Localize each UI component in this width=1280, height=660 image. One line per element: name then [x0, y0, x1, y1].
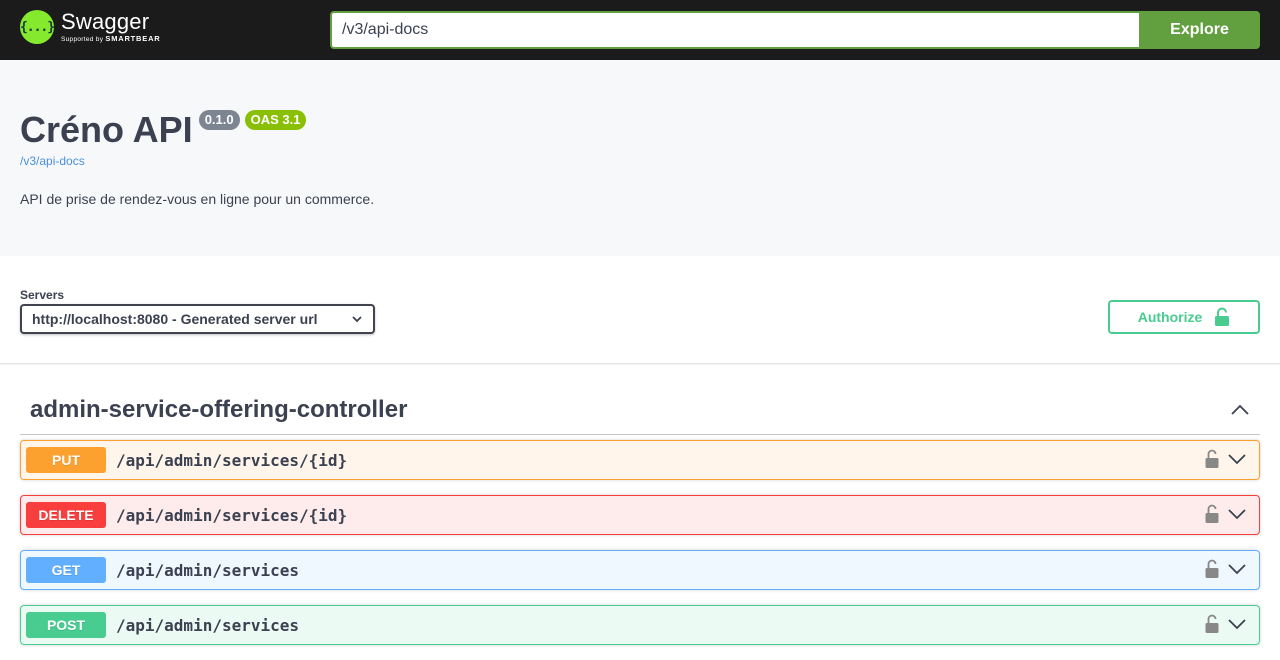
- lock-icon[interactable]: [1205, 449, 1219, 469]
- operation-path: /api/admin/services: [116, 560, 300, 580]
- operation-path: /api/admin/services/{id}: [116, 450, 348, 470]
- unlocked-lock-icon: [1215, 307, 1230, 326]
- version-badge: 0.1.0: [198, 110, 240, 130]
- logo-subtitle: Supported by SMARTBEAR: [61, 34, 161, 44]
- chevron-down-icon[interactable]: [1227, 614, 1247, 634]
- chevron-down-icon[interactable]: [1227, 559, 1247, 579]
- operation-path: /api/admin/services/{id}: [116, 505, 348, 525]
- authorize-label: Authorize: [1137, 309, 1203, 325]
- logo-sub-prefix: Supported by: [61, 36, 104, 43]
- info-section: Créno API 0.1.0 OAS 3.1 /v3/api-docs API…: [0, 60, 1280, 256]
- operation-path: /api/admin/services: [116, 615, 300, 635]
- chevron-down-icon: [352, 316, 362, 323]
- chevron-down-icon[interactable]: [1227, 504, 1247, 524]
- lock-icon[interactable]: [1205, 614, 1219, 634]
- chevron-down-icon[interactable]: [1227, 449, 1247, 469]
- operation-icons: [1205, 504, 1247, 524]
- server-select[interactable]: http://localhost:8080 - Generated server…: [20, 304, 375, 334]
- method-badge: DELETE: [26, 502, 106, 528]
- operation-icons: [1205, 614, 1247, 634]
- swagger-logo[interactable]: {...} Swagger Supported by SMARTBEAR: [20, 10, 161, 44]
- logo-sub-brand: SMARTBEAR: [105, 34, 161, 43]
- tag-header[interactable]: admin-service-offering-controller: [20, 385, 1260, 435]
- servers-label: Servers: [20, 288, 65, 302]
- title-row: Créno API 0.1.0 OAS 3.1: [20, 108, 307, 152]
- operation-delete-service[interactable]: DELETE /api/admin/services/{id}: [20, 495, 1260, 535]
- spec-url-input[interactable]: [330, 11, 1140, 49]
- lock-icon[interactable]: [1205, 504, 1219, 524]
- oas-badge: OAS 3.1: [244, 110, 307, 130]
- page-title: Créno API: [20, 109, 193, 150]
- logo-text: Swagger Supported by SMARTBEAR: [61, 10, 161, 44]
- spec-link[interactable]: /v3/api-docs: [20, 154, 85, 168]
- swagger-logo-icon: {...}: [20, 10, 55, 44]
- lock-icon[interactable]: [1205, 559, 1219, 579]
- method-badge: PUT: [26, 447, 106, 473]
- operation-put-service[interactable]: PUT /api/admin/services/{id}: [20, 440, 1260, 480]
- operation-get-services[interactable]: GET /api/admin/services: [20, 550, 1260, 590]
- method-badge: POST: [26, 612, 106, 638]
- method-badge: GET: [26, 557, 106, 583]
- tag-section: admin-service-offering-controller PUT /a…: [0, 365, 1280, 660]
- explore-button[interactable]: Explore: [1139, 11, 1260, 49]
- tag-name: admin-service-offering-controller: [30, 395, 408, 423]
- scheme-container: Servers http://localhost:8080 - Generate…: [0, 256, 1280, 364]
- topbar: {...} Swagger Supported by SMARTBEAR Exp…: [0, 0, 1280, 60]
- operation-icons: [1205, 559, 1247, 579]
- operation-post-service[interactable]: POST /api/admin/services: [20, 605, 1260, 645]
- chevron-up-icon[interactable]: [1230, 400, 1250, 420]
- operation-icons: [1205, 449, 1247, 469]
- logo-name: Swagger: [61, 9, 150, 34]
- server-select-value: http://localhost:8080 - Generated server…: [32, 311, 318, 327]
- api-description: API de prise de rendez-vous en ligne pou…: [20, 191, 375, 207]
- authorize-button[interactable]: Authorize: [1108, 300, 1260, 334]
